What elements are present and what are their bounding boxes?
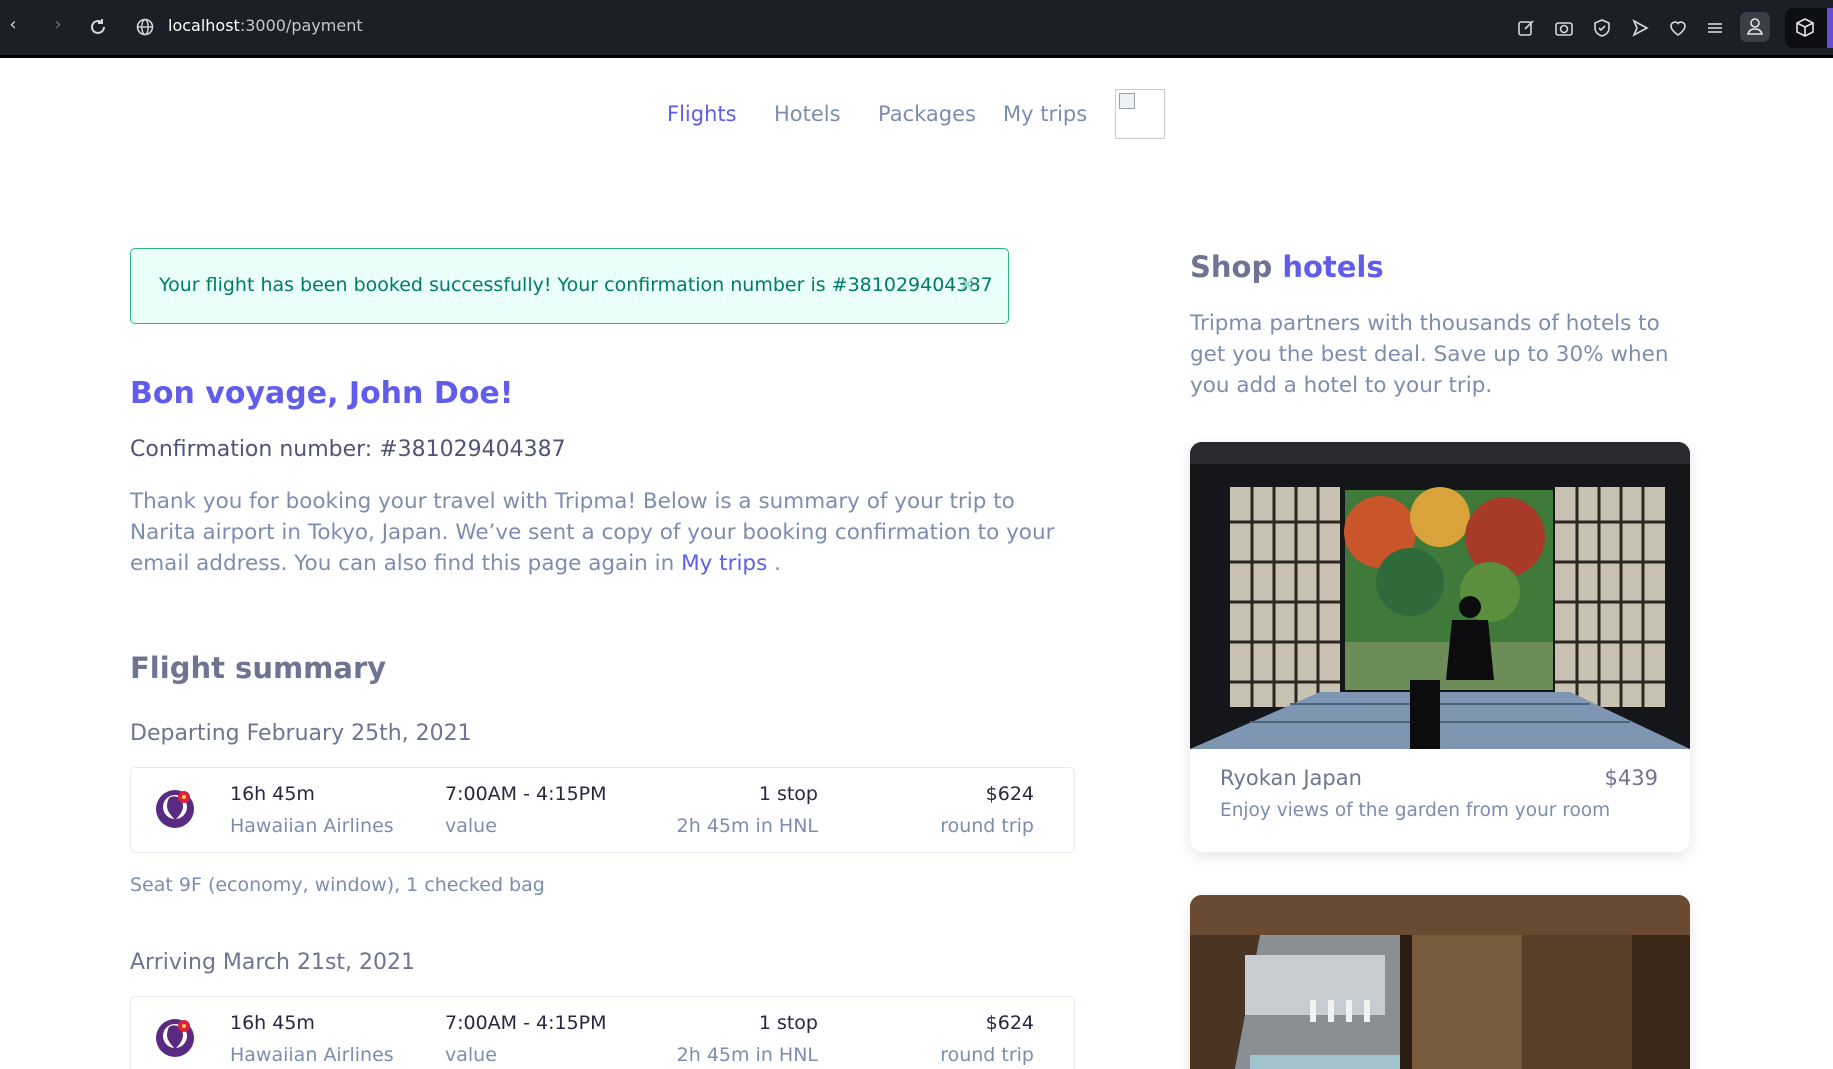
back-icon[interactable]: ‹ [2,14,24,36]
stops-count: 1 stop [758,783,818,805]
shop-title-accent: hotels [1282,250,1384,284]
stops-count: 1 stop [758,1012,818,1034]
flight-price: $624 [985,1012,1034,1034]
profile-button[interactable] [1740,12,1770,42]
departing-title: Departing February 25th, 2021 [130,721,472,746]
flight-time: 7:00AM - 4:15PM [445,1012,607,1034]
cube-icon [1796,18,1814,37]
menu-icon[interactable] [1704,17,1726,39]
success-alert: Your flight has been booked successfully… [130,248,1009,324]
hotel-image [1190,895,1690,1069]
airline-name: Hawaiian Airlines [230,815,394,837]
fare-class: value [445,1044,497,1066]
airline-name: Hawaiian Airlines [230,1044,394,1066]
hotel-price: $439 [1604,766,1658,790]
hotel-card[interactable]: Ryokan Japan $439 Enjoy views of the gar… [1190,442,1690,852]
hotel-description: Enjoy views of the garden from your room [1220,800,1611,821]
edit-icon[interactable] [1515,17,1537,39]
thank-you-text: Thank you for booking your travel with T… [130,486,1080,579]
sidebar-edge [1827,8,1833,48]
shop-title-prefix: Shop [1190,250,1283,284]
page-title: Bon voyage, John Doe! [130,376,514,411]
layover-info: 2h 45m in HNL [676,815,818,837]
extensions-button[interactable] [1785,8,1833,48]
camera-icon[interactable] [1553,17,1575,39]
seat-info: Seat 9F (economy, window), 1 checked bag [130,874,545,896]
hotel-room-photo [1190,895,1690,1069]
hawaiian-airlines-logo [156,790,194,828]
flight-duration: 16h 45m [230,783,315,805]
send-icon[interactable] [1629,17,1651,39]
flight-summary-title: Flight summary [130,651,387,685]
shop-hotels-title: Shop hotels [1190,250,1384,284]
arriving-title: Arriving March 21st, 2021 [130,950,416,975]
price-note: round trip [940,815,1034,837]
hotel-card[interactable] [1190,895,1690,1069]
fare-class: value [445,815,497,837]
nav-flights[interactable]: Flights [667,102,737,126]
nav-hotels[interactable]: Hotels [774,102,841,126]
heart-icon[interactable] [1667,17,1689,39]
flight-price: $624 [985,783,1034,805]
thank-you-body: Thank you for booking your travel with T… [130,489,1055,576]
confirmation-number: Confirmation number: #381029404387 [130,437,566,462]
address-bar[interactable]: localhost:3000/payment [168,16,363,35]
site-info-icon[interactable] [135,17,155,37]
url-host: localhost [168,16,240,35]
toolbar-divider [0,55,1833,58]
flight-duration: 16h 45m [230,1012,315,1034]
nav-packages[interactable]: Packages [878,102,976,126]
hawaiian-airlines-logo [156,1019,194,1057]
shop-hotels-description: Tripma partners with thousands of hotels… [1190,311,1669,398]
ryokan-photo [1190,442,1690,749]
close-icon[interactable]: × [958,272,976,297]
flight-card[interactable]: 16h 45m Hawaiian Airlines 7:00AM - 4:15P… [130,996,1075,1069]
url-path: :3000/payment [239,16,363,35]
flight-card[interactable]: 16h 45m Hawaiian Airlines 7:00AM - 4:15P… [130,767,1075,853]
browser-toolbar: ‹ › localhost:3000/payment [0,0,1833,55]
hotel-image [1190,442,1690,749]
user-icon [1746,18,1764,35]
broken-image-icon [1119,93,1135,109]
thank-you-end: . [767,551,781,576]
layover-info: 2h 45m in HNL [676,1044,818,1066]
reload-icon[interactable] [88,17,108,37]
forward-icon[interactable]: › [47,14,69,36]
hotel-name: Ryokan Japan [1220,766,1362,790]
alert-message: Your flight has been booked successfully… [159,274,993,296]
shield-icon[interactable] [1591,17,1613,39]
flight-time: 7:00AM - 4:15PM [445,783,607,805]
price-note: round trip [940,1044,1034,1066]
avatar[interactable] [1115,89,1165,139]
nav-my-trips[interactable]: My trips [1003,102,1087,126]
my-trips-link[interactable]: My trips [681,551,767,576]
